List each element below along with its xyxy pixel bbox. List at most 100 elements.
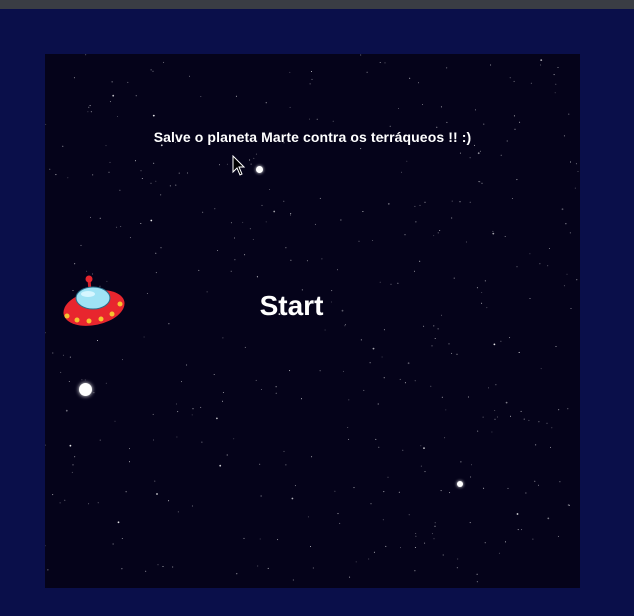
star (453, 277, 455, 279)
star (409, 77, 411, 79)
star (422, 104, 423, 105)
star (334, 490, 336, 492)
star (122, 359, 123, 361)
star (119, 189, 121, 191)
star (129, 237, 131, 239)
star (377, 403, 379, 405)
star (49, 168, 51, 170)
star (181, 381, 182, 383)
star (301, 398, 302, 400)
star (311, 71, 312, 72)
star (160, 194, 162, 196)
star (109, 101, 111, 103)
star (175, 184, 177, 186)
star (424, 201, 426, 203)
star (525, 492, 527, 494)
star (465, 241, 467, 243)
star (451, 352, 453, 354)
star (469, 157, 471, 159)
star (337, 269, 338, 271)
star (129, 448, 130, 450)
star (233, 438, 235, 440)
star (105, 145, 107, 147)
star (121, 538, 123, 539)
star (469, 201, 471, 203)
star (500, 340, 502, 342)
star (456, 567, 458, 569)
star (155, 180, 157, 182)
star (470, 476, 472, 478)
star (114, 420, 116, 422)
star (467, 396, 469, 398)
star (360, 148, 362, 150)
star (244, 346, 246, 348)
star (74, 456, 76, 458)
star (482, 416, 484, 418)
star (187, 172, 188, 174)
star (520, 410, 522, 412)
star (324, 329, 326, 331)
star (500, 154, 502, 156)
star (319, 197, 321, 199)
game-canvas[interactable]: Salve o planeta Marte contra os terráque… (45, 54, 580, 588)
star (140, 170, 142, 172)
star (575, 163, 577, 165)
star (398, 491, 400, 493)
star (567, 504, 569, 506)
star (135, 160, 136, 162)
star (353, 487, 355, 489)
star (154, 480, 156, 482)
star (116, 226, 118, 228)
star (332, 120, 334, 122)
star (378, 446, 380, 448)
star (431, 345, 433, 347)
star (289, 370, 291, 372)
star (259, 538, 261, 540)
star (440, 490, 442, 492)
star (213, 374, 215, 375)
star (140, 223, 142, 224)
star (81, 379, 83, 381)
star (504, 236, 506, 237)
star (67, 177, 69, 179)
star (559, 481, 561, 483)
star (321, 258, 323, 260)
star (383, 377, 385, 379)
star (535, 444, 537, 446)
star (415, 533, 417, 534)
star (290, 259, 292, 261)
star (355, 561, 357, 563)
star (307, 516, 309, 518)
star (401, 171, 402, 173)
star (477, 430, 479, 432)
game-message: Salve o planeta Marte contra os terráque… (153, 129, 472, 145)
star (68, 381, 70, 382)
star (90, 111, 92, 113)
star (97, 340, 98, 341)
star (384, 62, 386, 64)
star (311, 456, 313, 458)
star (176, 403, 177, 405)
star (275, 392, 277, 394)
star (306, 260, 308, 262)
star (45, 332, 46, 334)
star (561, 208, 564, 211)
star (451, 217, 453, 219)
star (310, 546, 311, 547)
star (177, 511, 179, 513)
star (172, 566, 174, 568)
star (540, 64, 542, 66)
star (577, 171, 579, 172)
star (436, 126, 438, 128)
star (273, 210, 276, 213)
star (532, 538, 534, 540)
star (548, 248, 550, 249)
star (574, 187, 576, 189)
star (309, 83, 311, 85)
star (516, 266, 518, 268)
star (479, 150, 481, 152)
star (516, 179, 518, 181)
star (479, 181, 481, 183)
star (189, 75, 190, 77)
star (152, 114, 155, 117)
